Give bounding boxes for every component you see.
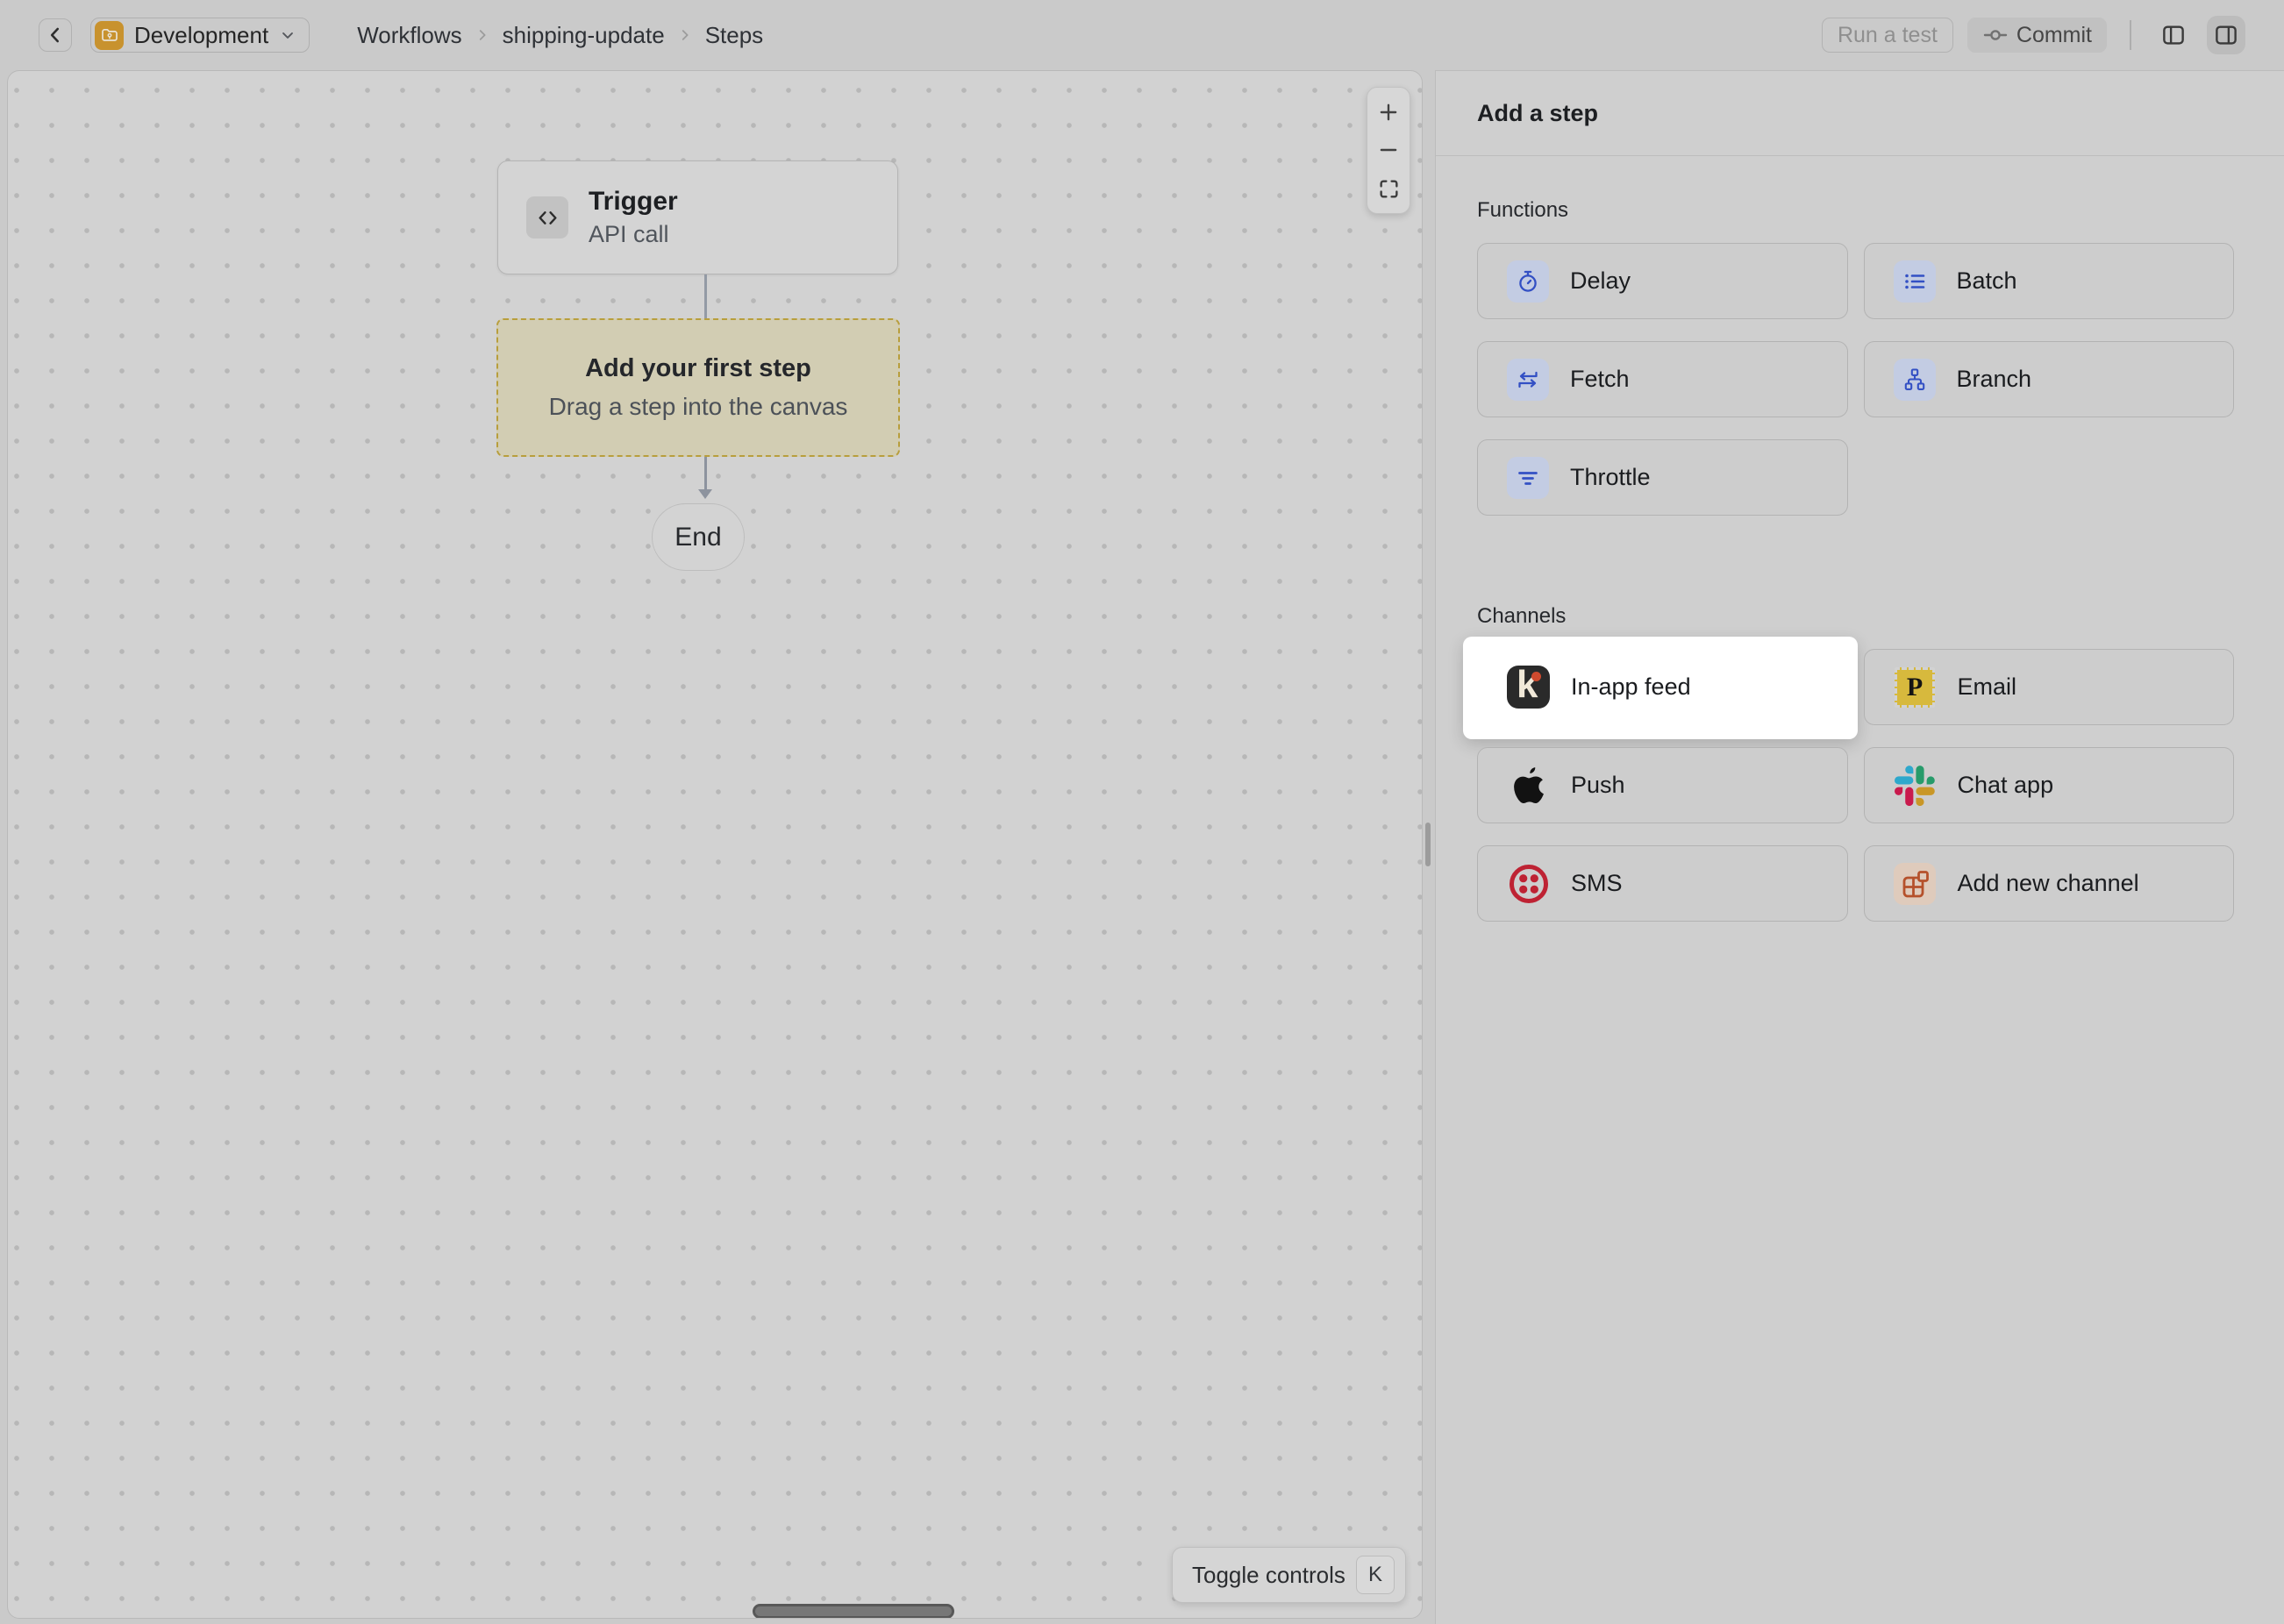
commit-icon bbox=[1982, 22, 2009, 48]
run-a-test-button[interactable]: Run a test bbox=[1822, 18, 1953, 53]
panel-left-icon bbox=[2160, 22, 2187, 48]
canvas-zoom-controls bbox=[1367, 87, 1410, 214]
zoom-in-button[interactable] bbox=[1369, 95, 1408, 130]
code-brackets-icon bbox=[526, 196, 568, 239]
panel-header: Add a step bbox=[1436, 71, 2284, 156]
org-chart-icon bbox=[1894, 359, 1936, 401]
trigger-step-node[interactable]: Trigger API call bbox=[497, 160, 898, 274]
apple-logo bbox=[1507, 764, 1550, 807]
chevron-right-icon bbox=[677, 27, 693, 43]
panel-body: Functions Delay Batch bbox=[1436, 198, 2284, 922]
workflow-canvas[interactable]: Trigger API call Add your first step Dra… bbox=[7, 70, 1423, 1619]
functions-grid: Delay Batch Fetch bbox=[1477, 243, 2234, 516]
edge-trigger-to-placeholder bbox=[704, 274, 707, 318]
toolbar-divider bbox=[2130, 20, 2131, 50]
top-bar: Development Workflows shipping-update St… bbox=[0, 0, 2284, 70]
add-first-step-dropzone[interactable]: Add your first step Drag a step into the… bbox=[496, 318, 900, 457]
commit-label: Commit bbox=[2016, 23, 2092, 48]
chevron-down-icon bbox=[279, 26, 296, 44]
step-card-in-app-feed[interactable]: k In-app feed bbox=[1477, 649, 1848, 725]
vertical-scrollbar-thumb[interactable] bbox=[1425, 823, 1431, 866]
breadcrumb-workflow-name[interactable]: shipping-update bbox=[503, 22, 665, 49]
funnel-lines-icon bbox=[1507, 457, 1549, 499]
step-card-batch[interactable]: Batch bbox=[1864, 243, 2235, 319]
trigger-subtitle: API call bbox=[589, 221, 678, 248]
breadcrumb-workflows[interactable]: Workflows bbox=[357, 22, 461, 49]
step-card-chat-app[interactable]: Chat app bbox=[1864, 747, 2235, 823]
back-button[interactable] bbox=[39, 18, 72, 52]
fit-to-screen-button[interactable] bbox=[1369, 171, 1408, 206]
swap-arrows-icon bbox=[1507, 359, 1549, 401]
grid-add-icon bbox=[1894, 862, 1937, 905]
dropzone-title: Add your first step bbox=[585, 354, 811, 383]
twilio-logo bbox=[1507, 862, 1550, 905]
top-bar-actions: Run a test Commit bbox=[1822, 16, 2245, 54]
environment-name: Development bbox=[134, 22, 268, 49]
channels-section-label: Channels bbox=[1477, 604, 2234, 629]
commit-button[interactable]: Commit bbox=[1967, 18, 2107, 53]
list-icon bbox=[1894, 260, 1936, 303]
breadcrumb: Workflows shipping-update Steps bbox=[357, 22, 763, 49]
horizontal-scrollbar-thumb[interactable] bbox=[753, 1604, 954, 1619]
step-card-throttle[interactable]: Throttle bbox=[1477, 439, 1848, 516]
toggle-controls-label: Toggle controls bbox=[1192, 1562, 1345, 1589]
slack-logo bbox=[1894, 764, 1937, 807]
functions-section-label: Functions bbox=[1477, 198, 2234, 223]
keyboard-shortcut-key: K bbox=[1356, 1556, 1395, 1594]
minus-icon bbox=[1377, 139, 1400, 161]
toggle-right-panel-button[interactable] bbox=[2207, 16, 2245, 54]
workflow-editor-window: Development Workflows shipping-update St… bbox=[0, 0, 2284, 1624]
fit-to-screen-icon bbox=[1378, 178, 1400, 200]
plus-icon bbox=[1377, 101, 1400, 124]
zoom-out-button[interactable] bbox=[1369, 132, 1408, 167]
edge-arrow-head bbox=[698, 489, 712, 499]
edge-placeholder-to-end bbox=[704, 457, 707, 490]
panel-title: Add a step bbox=[1477, 100, 1598, 127]
chevron-right-icon bbox=[475, 27, 490, 43]
chevron-left-icon bbox=[44, 24, 67, 46]
channels-grid: k In-app feed P Email Push bbox=[1477, 649, 2234, 922]
environment-folder-icon bbox=[95, 21, 124, 50]
panel-right-icon bbox=[2213, 22, 2239, 48]
step-card-fetch[interactable]: Fetch bbox=[1477, 341, 1848, 417]
dropzone-subtitle: Drag a step into the canvas bbox=[549, 393, 848, 421]
step-card-email[interactable]: P Email bbox=[1864, 649, 2235, 725]
step-card-push[interactable]: Push bbox=[1477, 747, 1848, 823]
step-card-sms[interactable]: SMS bbox=[1477, 845, 1848, 922]
knock-logo: k bbox=[1507, 666, 1550, 709]
toggle-controls-button[interactable]: Toggle controls K bbox=[1172, 1547, 1406, 1603]
trigger-title: Trigger bbox=[589, 187, 678, 217]
toggle-left-panel-button[interactable] bbox=[2154, 16, 2193, 54]
postmark-stamp-logo: P bbox=[1894, 666, 1937, 709]
add-step-panel: Add a step Functions Delay Batch bbox=[1435, 70, 2284, 1624]
step-card-branch[interactable]: Branch bbox=[1864, 341, 2235, 417]
step-card-delay[interactable]: Delay bbox=[1477, 243, 1848, 319]
environment-selector[interactable]: Development bbox=[90, 18, 310, 53]
breadcrumb-steps[interactable]: Steps bbox=[705, 22, 764, 49]
stopwatch-icon bbox=[1507, 260, 1549, 303]
step-card-add-new-channel[interactable]: Add new channel bbox=[1864, 845, 2235, 922]
end-node[interactable]: End bbox=[652, 503, 745, 571]
